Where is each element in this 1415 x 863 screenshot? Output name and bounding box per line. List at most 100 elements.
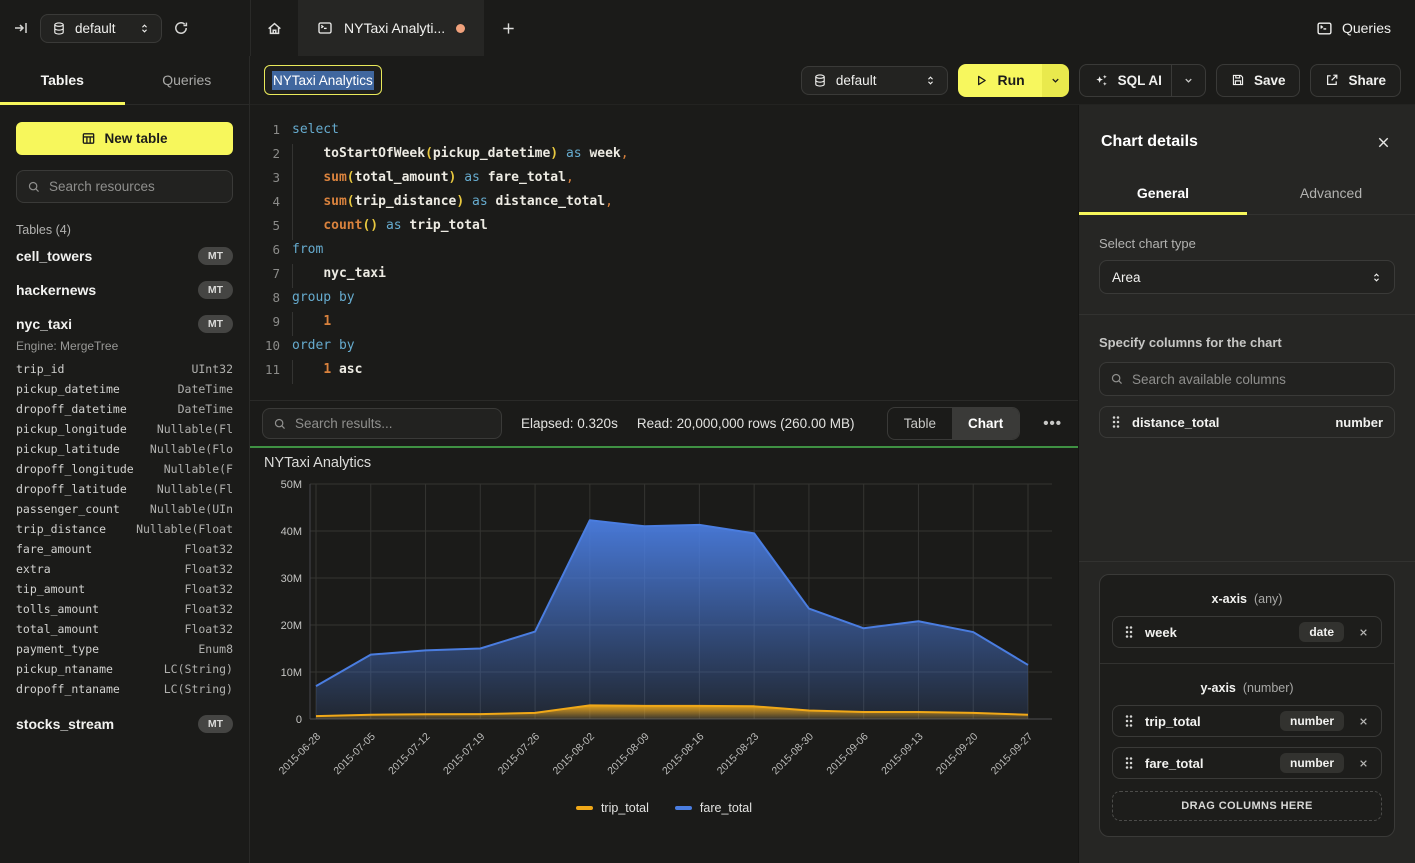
column-row[interactable]: extraFloat32 <box>16 559 233 579</box>
column-row[interactable]: pickup_datetimeDateTime <box>16 379 233 399</box>
chip-column-name: trip_total <box>1145 714 1201 729</box>
y-axis-tick-label: 50M <box>281 479 302 491</box>
panel-tab-general[interactable]: General <box>1079 173 1247 214</box>
column-row[interactable]: total_amountFloat32 <box>16 619 233 639</box>
x-axis-tick-label: 2015-08-02 <box>550 731 597 778</box>
sql-editor[interactable]: 1select2 toStartOfWeek(pickup_datetime) … <box>250 105 1078 400</box>
share-icon <box>1325 73 1339 87</box>
column-row[interactable]: fare_amountFloat32 <box>16 539 233 559</box>
column-row[interactable]: dropoff_ntanameLC(String) <box>16 679 233 699</box>
run-options-button[interactable] <box>1042 64 1069 97</box>
x-axis-tick-label: 2015-09-27 <box>989 731 1036 778</box>
column-row[interactable]: payment_typeEnum8 <box>16 639 233 659</box>
column-row[interactable]: dropoff_latitudeNullable(Fl <box>16 479 233 499</box>
column-name: dropoff_datetime <box>16 399 127 419</box>
view-toggle: Table Chart <box>887 407 1021 440</box>
sidebar-tab-tables[interactable]: Tables <box>0 56 125 104</box>
indent-guide <box>292 192 293 216</box>
refresh-button[interactable] <box>173 20 189 36</box>
y-axis-tick-label: 0 <box>296 714 302 726</box>
x-axis-tick-label: 2015-09-06 <box>824 731 871 778</box>
column-row[interactable]: passenger_countNullable(UIn <box>16 499 233 519</box>
column-row[interactable]: tolls_amountFloat32 <box>16 599 233 619</box>
table-row[interactable]: stocks_streamMT <box>16 707 233 741</box>
y-axis-column-chip[interactable]: fare_totalnumber <box>1112 747 1382 779</box>
remove-column-button[interactable] <box>1357 757 1370 770</box>
column-name: pickup_ntaname <box>16 659 113 679</box>
remove-column-button[interactable] <box>1357 626 1370 639</box>
drag-handle-icon[interactable] <box>1124 756 1134 770</box>
chart-type-select[interactable]: Area <box>1099 260 1395 294</box>
legend-item-fare_total[interactable]: fare_total <box>675 801 752 815</box>
code-line: 4 sum(trip_distance) as distance_total, <box>250 189 1078 213</box>
columns-search-input[interactable] <box>1132 372 1384 387</box>
indent-guide <box>292 144 293 168</box>
code-line: 6from <box>250 237 1078 261</box>
table-row[interactable]: nyc_taxiMT <box>16 307 233 341</box>
indent-guide <box>292 216 293 240</box>
new-table-button[interactable]: New table <box>16 122 233 155</box>
y-axis-column-chip[interactable]: trip_totalnumber <box>1112 705 1382 737</box>
query-title-input[interactable]: NYTaxi Analytics <box>264 65 382 95</box>
queries-button[interactable]: Queries <box>1316 0 1391 56</box>
code-line: 9 1 <box>250 309 1078 333</box>
column-row[interactable]: dropoff_datetimeDateTime <box>16 399 233 419</box>
drag-handle-icon[interactable] <box>1124 625 1134 639</box>
database-icon <box>813 73 827 88</box>
save-button[interactable]: Save <box>1216 64 1301 97</box>
chevron-updown-icon <box>925 74 936 87</box>
column-row[interactable]: pickup_ntanameLC(String) <box>16 659 233 679</box>
body: Tables Queries New table Tables (4) <box>0 56 1415 863</box>
legend-item-trip_total[interactable]: trip_total <box>576 801 649 815</box>
sql-ai-button[interactable]: SQL AI <box>1079 64 1206 97</box>
column-row[interactable]: tip_amountFloat32 <box>16 579 233 599</box>
tab-nytaxi-analytics[interactable]: NYTaxi Analyti... <box>298 0 484 56</box>
chart-type-label: Select chart type <box>1099 236 1395 251</box>
share-button[interactable]: Share <box>1310 64 1401 97</box>
remove-column-button[interactable] <box>1357 715 1370 728</box>
column-row[interactable]: pickup_latitudeNullable(Flo <box>16 439 233 459</box>
toolbar-database-selector[interactable]: default <box>801 66 949 95</box>
tab-home[interactable] <box>251 0 298 56</box>
column-row[interactable]: dropoff_longitudeNullable(F <box>16 459 233 479</box>
table-name: stocks_stream <box>16 716 114 732</box>
drag-columns-drop-zone[interactable]: DRAG COLUMNS HERE <box>1112 791 1382 821</box>
topbar-database-selector[interactable]: default <box>40 14 162 43</box>
y-axis-section: y-axis (number) trip_totalnumberfare_tot… <box>1100 663 1394 836</box>
column-type: Nullable(Float <box>136 519 233 539</box>
tables-section-header: Tables (4) <box>16 223 233 237</box>
column-row[interactable]: trip_idUInt32 <box>16 359 233 379</box>
panel-close-button[interactable] <box>1376 135 1391 150</box>
available-column-chip[interactable]: distance_totalnumber <box>1099 406 1395 438</box>
panel-tab-advanced[interactable]: Advanced <box>1247 173 1415 214</box>
chart-legend: trip_total fare_total <box>260 801 1068 815</box>
chart-details-panel: Chart details General Advanced Select ch… <box>1078 105 1415 863</box>
panel-tabs: General Advanced <box>1079 173 1415 215</box>
table-view-button[interactable]: Table <box>888 408 952 439</box>
tab-title: NYTaxi Analyti... <box>344 20 445 36</box>
sidebar-tab-queries[interactable]: Queries <box>125 56 250 104</box>
x-axis-column-chip[interactable]: weekdate <box>1112 616 1382 648</box>
chart-view-button[interactable]: Chart <box>952 408 1019 439</box>
table-row[interactable]: cell_towersMT <box>16 239 233 273</box>
results-search-input[interactable] <box>295 416 491 431</box>
run-button[interactable]: Run <box>958 64 1041 97</box>
save-icon <box>1231 73 1245 87</box>
run-split-button: Run <box>958 64 1068 97</box>
column-type: Float32 <box>185 579 233 599</box>
drag-handle-icon[interactable] <box>1111 415 1121 429</box>
line-content: nyc_taxi <box>280 266 386 281</box>
sql-ai-options-button[interactable] <box>1171 65 1205 96</box>
column-name: fare_amount <box>16 539 92 559</box>
drag-handle-icon[interactable] <box>1124 714 1134 728</box>
collapse-sidebar-button[interactable] <box>13 20 29 36</box>
sidebar-search-input[interactable] <box>49 179 222 194</box>
column-row[interactable]: pickup_longitudeNullable(Fl <box>16 419 233 439</box>
new-tab-button[interactable] <box>484 0 532 56</box>
sidebar-tabs: Tables Queries <box>0 56 249 105</box>
column-row[interactable]: trip_distanceNullable(Float <box>16 519 233 539</box>
x-axis-header: x-axis (any) <box>1112 592 1382 606</box>
table-row[interactable]: hackernewsMT <box>16 273 233 307</box>
results-more-button[interactable]: ••• <box>1039 415 1066 432</box>
column-name: pickup_datetime <box>16 379 120 399</box>
